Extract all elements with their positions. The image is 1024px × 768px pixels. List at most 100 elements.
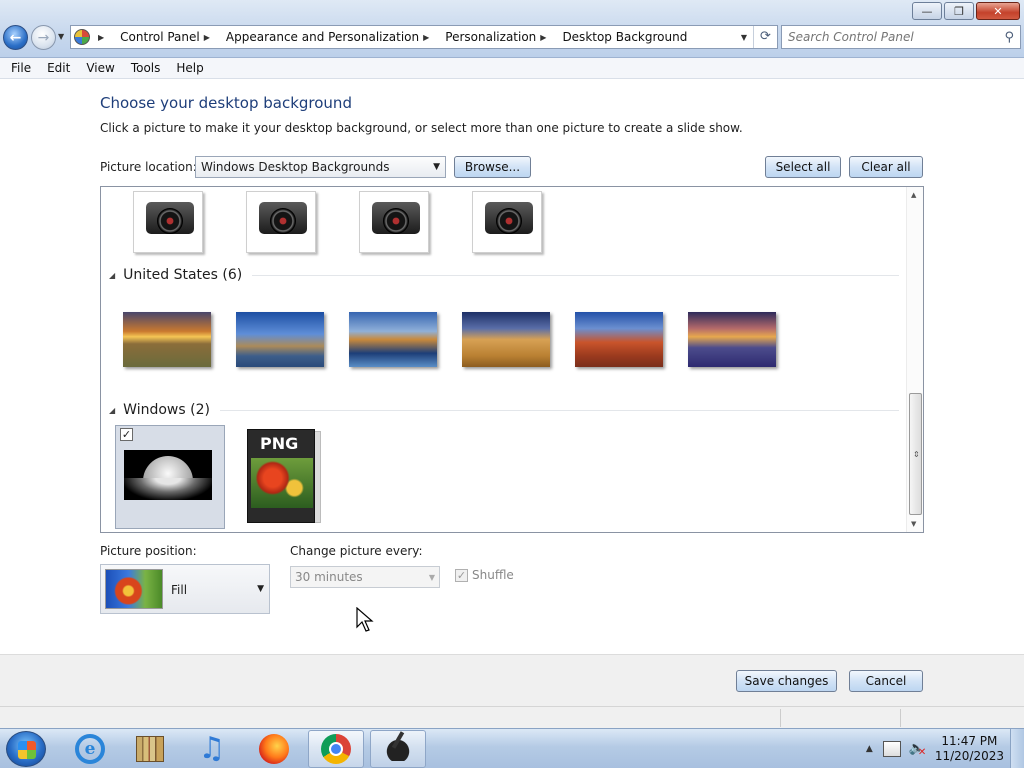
picture-item[interactable] (462, 312, 550, 367)
back-button[interactable]: ← (3, 25, 28, 50)
maximize-button[interactable]: ❐ (944, 2, 974, 20)
clock[interactable]: 11:47 PM 11/20/2023 (935, 734, 1004, 764)
breadcrumb-root-arrow[interactable]: ▶ (90, 26, 116, 48)
menu-view[interactable]: View (78, 61, 122, 75)
status-bar (0, 706, 1024, 728)
breadcrumb-control-panel[interactable]: Control Panel ▶ (116, 26, 222, 48)
change-picture-select[interactable]: 30 minutes ▼ (290, 566, 440, 588)
breadcrumb-personalization[interactable]: Personalization ▶ (441, 26, 558, 48)
picture-item[interactable] (575, 312, 663, 367)
refresh-icon[interactable]: ⟳ (753, 26, 777, 48)
clear-all-button[interactable]: Clear all (849, 156, 923, 178)
chevron-down-icon: ▼ (257, 584, 264, 594)
chrome-icon (321, 734, 351, 764)
chevron-down-icon: ▼ (428, 572, 435, 582)
menu-edit[interactable]: Edit (39, 61, 78, 75)
breadcrumb-label: Appearance and Personalization (225, 30, 420, 44)
volume-muted-icon[interactable]: 🔈 ✕ (909, 741, 927, 758)
breadcrumb-appearance[interactable]: Appearance and Personalization ▶ (222, 26, 441, 48)
cancel-button[interactable]: Cancel (849, 670, 923, 692)
shuffle-check-icon[interactable]: ✓ (455, 568, 468, 582)
taskbar-firefox[interactable] (246, 730, 302, 768)
breadcrumb-label: Control Panel (120, 30, 200, 44)
start-button[interactable] (6, 731, 46, 767)
dialog-footer: Save changes Cancel (0, 654, 1024, 706)
group-united-states[interactable]: ◢ United States (6) (109, 267, 899, 283)
personalization-icon (384, 737, 412, 761)
menu-help[interactable]: Help (168, 61, 211, 75)
taskbar-internet-explorer[interactable]: e (62, 730, 118, 768)
taskbar-personalization[interactable] (370, 730, 426, 768)
picture-item[interactable] (133, 191, 207, 255)
picture-position-value: Fill (171, 583, 188, 597)
picture-item-selected[interactable]: ✓ (115, 425, 225, 529)
title-bar: — ❐ ✕ ← → ▼ ▶ Control Panel ▶ Appearance … (0, 0, 1024, 58)
breadcrumb-label: Desktop Background (562, 30, 688, 44)
save-changes-button[interactable]: Save changes (736, 670, 837, 692)
taskbar-media-player[interactable]: ♫ (184, 730, 240, 768)
picture-location-value: Windows Desktop Backgrounds (201, 160, 390, 174)
menu-tools[interactable]: Tools (123, 61, 169, 75)
picture-gallery: ◢ United States (6) ◢ Windows (2) ✓ PNG (100, 186, 924, 533)
minimize-button[interactable]: — (912, 2, 942, 20)
search-icon[interactable]: ⚲ (1004, 30, 1014, 45)
group-divider (219, 409, 899, 411)
scroll-down-icon[interactable]: ▼ (911, 520, 916, 528)
internet-explorer-icon: e (75, 734, 105, 764)
forward-button[interactable]: → (31, 25, 56, 50)
breadcrumb-desktop-background[interactable]: Desktop Background (558, 26, 691, 48)
picture-item[interactable] (123, 312, 211, 367)
chevron-right-icon[interactable]: ▶ (204, 33, 210, 42)
picture-position-label: Picture position: (100, 544, 197, 558)
taskbar-chrome[interactable] (308, 730, 364, 768)
chevron-right-icon[interactable]: ▶ (540, 33, 546, 42)
picture-thumbnail (124, 450, 212, 500)
status-divider (900, 709, 901, 727)
gallery-scrollbar[interactable]: ▲ ⇕ ▼ (906, 187, 923, 532)
show-hidden-icons[interactable]: ▲ (866, 744, 873, 754)
change-picture-value: 30 minutes (295, 570, 363, 584)
picture-item[interactable] (472, 191, 546, 255)
picture-item[interactable]: PNG (247, 429, 321, 525)
taskbar-libraries[interactable] (122, 730, 178, 768)
group-windows[interactable]: ◢ Windows (2) (109, 402, 899, 418)
scroll-up-icon[interactable]: ▲ (911, 191, 916, 199)
clock-time: 11:47 PM (941, 734, 998, 748)
browse-button[interactable]: Browse... (454, 156, 531, 178)
scrollbar-thumb[interactable]: ⇕ (909, 393, 922, 515)
window-controls: — ❐ ✕ (912, 2, 1020, 20)
png-preview (251, 458, 313, 508)
picture-location-select[interactable]: Windows Desktop Backgrounds ▼ (195, 156, 446, 178)
recent-pages-dropdown[interactable]: ▼ (58, 32, 64, 41)
control-panel-icon (74, 29, 90, 45)
search-box[interactable]: ⚲ (781, 25, 1021, 49)
picture-item[interactable] (246, 191, 320, 255)
picture-item[interactable] (359, 191, 433, 255)
search-input[interactable] (788, 30, 988, 44)
network-icon[interactable] (882, 741, 901, 757)
picture-checkbox[interactable]: ✓ (120, 428, 133, 441)
select-all-button[interactable]: Select all (765, 156, 841, 178)
picture-item[interactable] (236, 312, 324, 367)
collapse-triangle-icon[interactable]: ◢ (109, 271, 115, 280)
address-dropdown-icon[interactable]: ▼ (735, 33, 753, 42)
picture-item[interactable] (688, 312, 776, 367)
position-preview-thumbnail (105, 569, 163, 609)
png-file-icon: PNG (247, 429, 315, 523)
shuffle-label: Shuffle (472, 568, 514, 582)
chevron-down-icon: ▼ (433, 162, 440, 172)
menu-file[interactable]: File (3, 61, 39, 75)
address-bar[interactable]: ▶ Control Panel ▶ Appearance and Personal… (70, 25, 778, 49)
close-button[interactable]: ✕ (976, 2, 1020, 20)
group-title: United States (6) (123, 267, 243, 283)
shuffle-checkbox[interactable]: ✓ Shuffle (455, 568, 514, 582)
taskbar: e ♫ ▲ 🔈 ✕ 11:47 PM 11/20/2023 (0, 728, 1024, 768)
picture-item[interactable] (349, 312, 437, 367)
picture-location-label: Picture location: (100, 160, 197, 174)
collapse-triangle-icon[interactable]: ◢ (109, 406, 115, 415)
status-divider (780, 709, 781, 727)
chevron-right-icon[interactable]: ▶ (423, 33, 429, 42)
camera-icon (472, 191, 542, 253)
show-desktop-button[interactable] (1010, 729, 1024, 768)
picture-position-select[interactable]: Fill ▼ (100, 564, 270, 614)
